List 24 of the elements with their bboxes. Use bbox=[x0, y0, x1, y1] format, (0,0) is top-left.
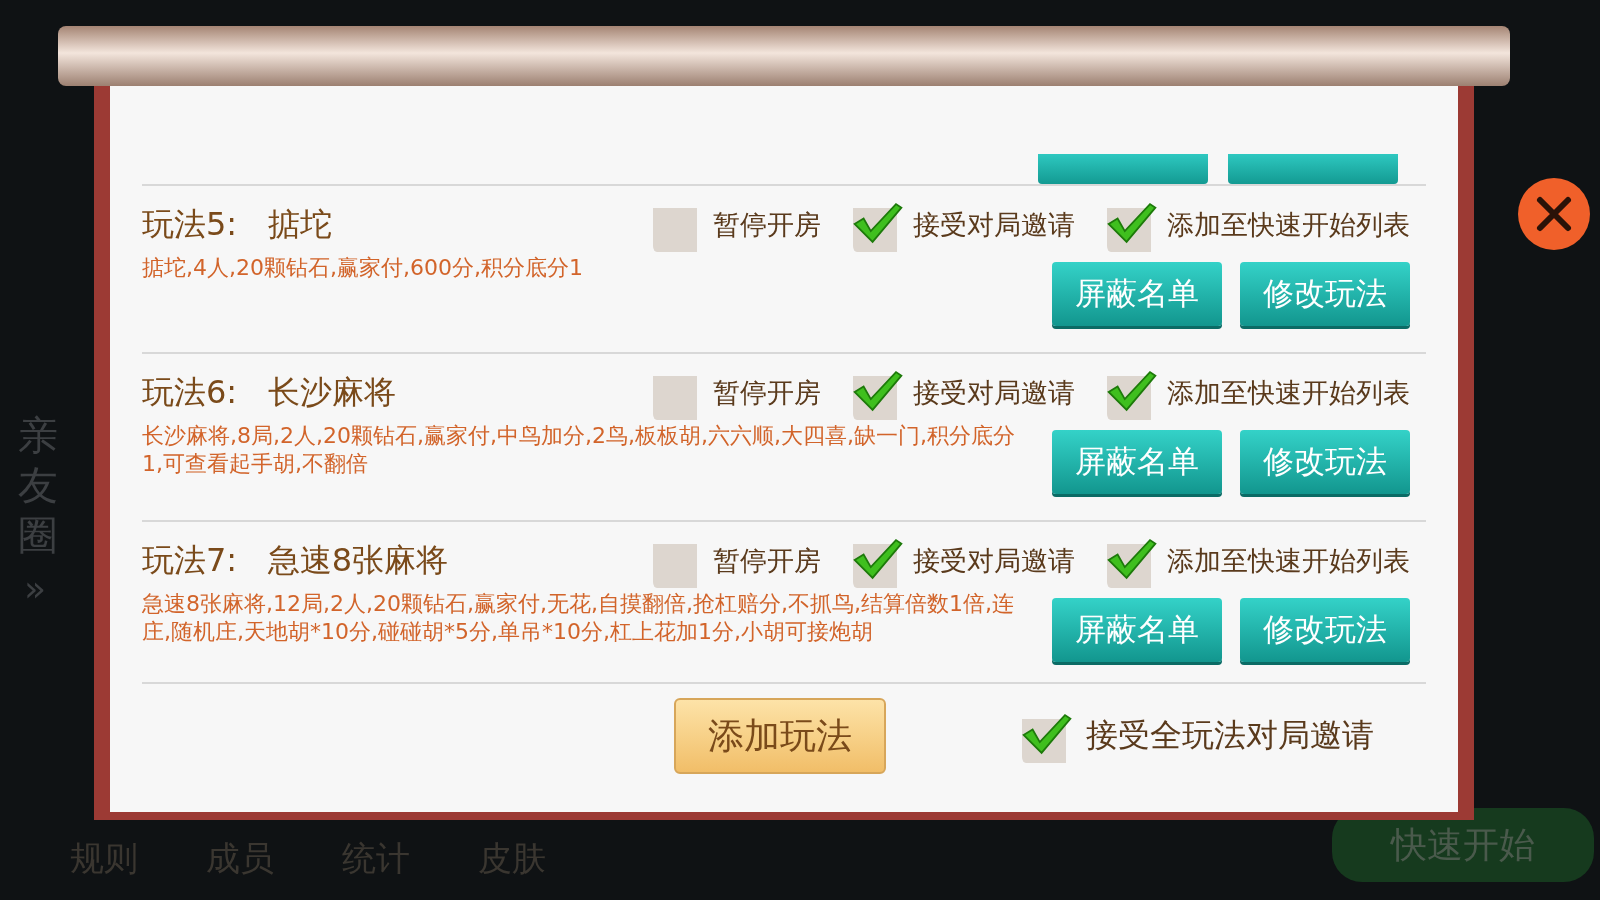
action-button[interactable]: 屏蔽名单 bbox=[1052, 262, 1222, 326]
option-label: 接受对局邀请 bbox=[913, 208, 1075, 242]
action-button[interactable]: 修改玩法 bbox=[1240, 262, 1410, 326]
mode-description: 掂坨,4人,20颗钻石,赢家付,600分,积分底分1 bbox=[142, 254, 584, 282]
mode-title: 玩法7: 急速8张麻将 bbox=[142, 540, 448, 581]
mode-title: 玩法6: 长沙麻将 bbox=[142, 372, 396, 413]
side-arrow: » bbox=[24, 568, 47, 609]
action-button[interactable]: 屏蔽名单 bbox=[1052, 598, 1222, 662]
add-mode-button[interactable]: 添加玩法 bbox=[674, 698, 886, 774]
mode-description: 长沙麻将,8局,2人,20颗钻石,赢家付,中鸟加分,2鸟,板板胡,六六顺,大四喜,缺一门,积分底分1,可查看起手胡,不翻倍 bbox=[142, 422, 1016, 478]
mode-description: 急速8张麻将,12局,2人,20颗钻石,赢家付,无花,自摸翻倍,抢杠赔分,不抓鸟,结算倍数1倍,连庄,随机庄,天地胡*10分,碰碰胡*5分,单吊*10分,杠上花加1分,小胡可接炮胡 bbox=[142, 590, 1015, 646]
option-label: 暂停开房 bbox=[713, 208, 821, 242]
option-label: 接受对局邀请 bbox=[913, 544, 1075, 578]
action-button[interactable]: 修改玩法 bbox=[1240, 598, 1410, 662]
option-label: 暂停开房 bbox=[713, 376, 821, 410]
option-label: 接受对局邀请 bbox=[913, 376, 1075, 410]
option-label: 暂停开房 bbox=[713, 544, 821, 578]
option-label: 添加至快速开始列表 bbox=[1167, 208, 1410, 242]
option-label: 添加至快速开始列表 bbox=[1167, 544, 1410, 578]
action-button[interactable]: 屏蔽名单 bbox=[1052, 430, 1222, 494]
mode-title: 玩法5: 掂坨 bbox=[142, 204, 332, 245]
action-button[interactable]: 修改玩法 bbox=[1240, 430, 1410, 494]
option-label: 添加至快速开始列表 bbox=[1167, 376, 1410, 410]
option-label: 接受全玩法对局邀请 bbox=[1086, 715, 1374, 756]
